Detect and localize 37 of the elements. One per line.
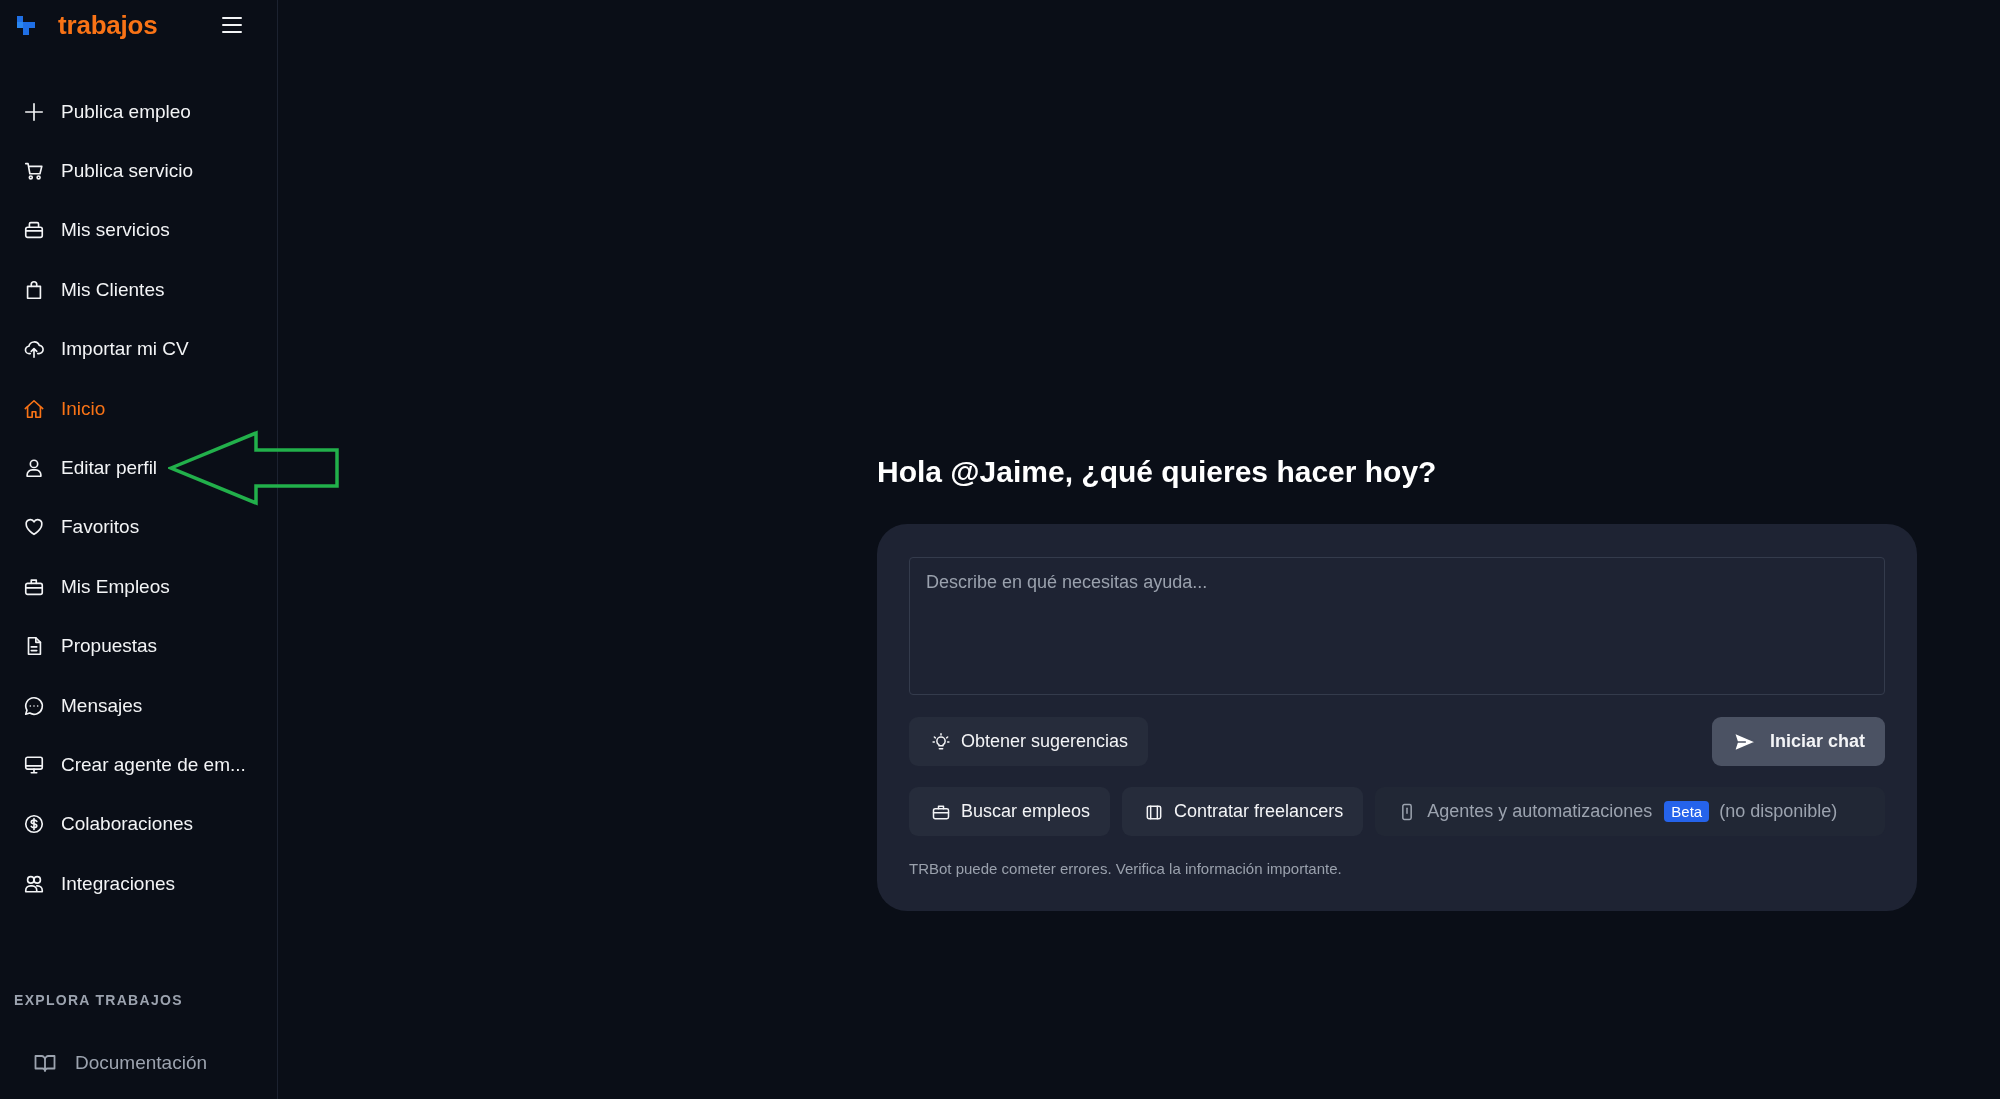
sidebar-item[interactable]: Integraciones xyxy=(0,872,176,895)
user-icon xyxy=(23,457,45,480)
home-icon xyxy=(23,397,45,420)
disclaimer-text: TRBot puede cometer errores. Verifica la información importante. xyxy=(909,859,1343,879)
sidebar-item[interactable]: Mis servicios xyxy=(0,219,170,242)
sidebar-item[interactable]: Mis Clientes xyxy=(0,278,165,301)
brand-name: trabajos xyxy=(58,9,158,41)
sidebar-item[interactable]: Publica servicio xyxy=(0,160,193,183)
shortcut-button[interactable]: Contratar freelancers xyxy=(1122,787,1364,836)
greeting-heading: Hola @Jaime, ¿qué quieres hacer hoy? xyxy=(877,454,1438,490)
prompt-field[interactable]: Describe en qué necesitas ayuda... xyxy=(909,557,1885,695)
sidebar-item[interactable]: Documentación xyxy=(0,1043,277,1083)
sidebar-item[interactable]: Inicio xyxy=(0,397,106,420)
cloud-upload-icon xyxy=(23,338,45,361)
menu-button[interactable] xyxy=(221,14,243,36)
lightbulb-icon xyxy=(931,731,951,752)
sidebar-item[interactable]: Favoritos xyxy=(0,516,140,539)
cart-icon xyxy=(23,160,45,183)
chat-icon xyxy=(23,694,45,717)
start-chat-button[interactable]: Iniciar chat xyxy=(1711,717,1885,766)
sidebar-item[interactable]: Editar perfil xyxy=(0,457,158,480)
suggestions-button[interactable]: Obtener sugerencias xyxy=(909,717,1149,766)
shortcut-button[interactable]: Buscar empleos xyxy=(909,787,1111,836)
sidebar-item[interactable]: Propuestas xyxy=(0,635,158,658)
section-title: EXPLORA TRABAJOS xyxy=(13,991,184,1010)
menu-icon xyxy=(221,14,243,36)
sidebar-item[interactable]: Importar mi CV xyxy=(0,338,189,361)
sidebar-item[interactable]: Colaboraciones xyxy=(0,813,194,836)
sidebar-item[interactable]: Mis Empleos xyxy=(0,575,170,598)
sidebar-item[interactable]: Mensajes xyxy=(0,694,143,717)
plus-icon xyxy=(23,100,45,123)
sidebar-item[interactable]: Publica empleo xyxy=(0,100,191,123)
logo-icon xyxy=(17,15,35,35)
monitor-icon xyxy=(23,754,45,776)
sidebar-item[interactable]: Crear agente de em... xyxy=(0,754,246,776)
dollar-icon xyxy=(23,813,45,836)
beta-badge: Beta xyxy=(1664,801,1710,822)
